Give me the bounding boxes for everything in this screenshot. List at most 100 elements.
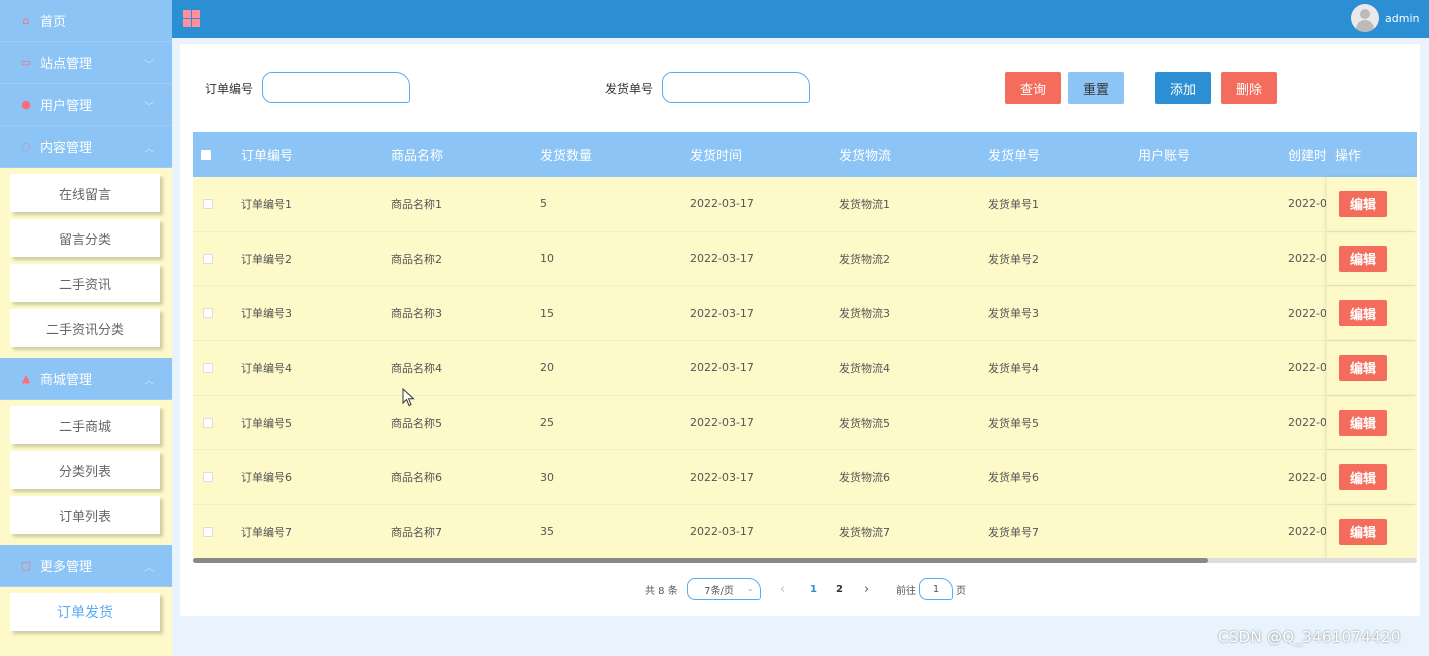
header-account[interactable]: 用户账号 (1138, 132, 1190, 177)
menu-home[interactable]: ⌂ 首页 (0, 0, 172, 42)
chevron-up-icon: ︿ (144, 144, 154, 155)
submenu-news-category[interactable]: 二手资讯分类 (10, 309, 160, 347)
prev-page-button[interactable]: ‹ (780, 578, 785, 600)
edit-button[interactable]: 编辑 (1339, 190, 1387, 217)
user-name[interactable]: admin (1385, 12, 1419, 25)
query-button[interactable]: 查询 (1005, 72, 1061, 104)
ship-no-label: 发货单号 (605, 82, 654, 96)
cell-created: 2022-03 (1288, 306, 1326, 320)
menu-more-mgmt[interactable]: ▢ 更多管理 ︿ (0, 545, 172, 587)
cell-order-no: 订单编号1 (241, 197, 292, 211)
horizontal-scrollbar[interactable] (193, 558, 1208, 563)
cell-qty: 10 (540, 252, 554, 266)
cell-ship-no: 发货单号2 (988, 252, 1039, 266)
delete-button[interactable]: 删除 (1221, 72, 1277, 104)
header-ship-time[interactable]: 发货时间 (690, 132, 742, 177)
header-product[interactable]: 商品名称 (391, 132, 443, 177)
cell-ship-time: 2022-03-17 (690, 470, 754, 484)
cell-product: 商品名称5 (391, 416, 442, 430)
more-icon: ▢ (20, 559, 32, 572)
table-row: 订单编号4 商品名称4 20 2022-03-17 发货物流4 发货单号4 2022-03 编… (193, 341, 1417, 396)
submenu-message-category[interactable]: 留言分类 (10, 219, 160, 257)
table-body: 订单编号1 商品名称1 5 2022-03-17 发货物流1 发货单号1 2022-03 编辑… (193, 177, 1417, 560)
order-no-label: 订单编号 (205, 82, 254, 96)
cell-order-no: 订单编号6 (241, 471, 292, 485)
header-ship-no[interactable]: 发货单号 (988, 132, 1040, 177)
row-checkbox[interactable] (203, 253, 213, 264)
row-checkbox[interactable] (203, 308, 213, 319)
submenu-order-list[interactable]: 订单列表 (10, 496, 160, 534)
table-row: 订单编号7 商品名称7 35 2022-03-17 发货物流7 发货单号7 2022-03 编… (193, 505, 1417, 560)
grid-menu-icon[interactable] (183, 10, 200, 27)
cell-logistics: 发货物流3 (839, 307, 890, 321)
order-no-input[interactable] (262, 72, 410, 103)
row-checkbox[interactable] (203, 362, 213, 373)
menu-home-label: 首页 (40, 15, 67, 30)
table-row: 订单编号5 商品名称5 25 2022-03-17 发货物流5 发货单号5 2022-03 编… (193, 396, 1417, 451)
chevron-up-icon: ︿ (144, 563, 154, 574)
submenu-order-shipping[interactable]: 订单发货 (10, 593, 160, 631)
row-checkbox[interactable] (203, 198, 213, 209)
cell-qty: 25 (540, 416, 554, 430)
row-checkbox[interactable] (203, 526, 213, 537)
menu-site-mgmt[interactable]: ▭ 站点管理 ﹀ (0, 42, 172, 84)
cell-ship-no: 发货单号5 (988, 416, 1039, 430)
avatar[interactable] (1351, 4, 1379, 32)
cell-product: 商品名称1 (391, 197, 442, 211)
page-size-select[interactable]: 7条/页 ⌄ (687, 578, 761, 600)
page-2-button[interactable]: 2 (836, 578, 843, 600)
cell-qty: 35 (540, 525, 554, 539)
chevron-down-icon: ﹀ (144, 102, 154, 113)
cell-order-no: 订单编号2 (241, 252, 292, 266)
cell-ship-time: 2022-03-17 (690, 197, 754, 211)
cell-created: 2022-03 (1288, 361, 1326, 375)
row-checkbox[interactable] (203, 417, 213, 428)
top-bar: admin (172, 0, 1429, 38)
cell-logistics: 发货物流4 (839, 361, 890, 375)
edit-button[interactable]: 编辑 (1339, 245, 1387, 272)
menu-user-mgmt[interactable]: ● 用户管理 ﹀ (0, 84, 172, 126)
header-created[interactable]: 创建时间 (1288, 132, 1326, 177)
header-order-no[interactable]: 订单编号 (241, 132, 293, 177)
home-icon: ⌂ (22, 14, 30, 27)
reset-button[interactable]: 重置 (1068, 72, 1124, 104)
edit-button[interactable]: 编辑 (1339, 300, 1387, 327)
cell-ship-time: 2022-03-17 (690, 525, 754, 539)
cell-qty: 30 (540, 470, 554, 484)
goto-label: 前往 (896, 585, 916, 597)
submenu-online-message[interactable]: 在线留言 (10, 174, 160, 212)
menu-shop-mgmt[interactable]: ▲ 商城管理 ︿ (0, 358, 172, 400)
edit-button[interactable]: 编辑 (1339, 464, 1387, 491)
cell-ship-time: 2022-03-17 (690, 416, 754, 430)
edit-button[interactable]: 编辑 (1339, 518, 1387, 545)
submenu-news[interactable]: 二手资讯 (10, 264, 160, 302)
cell-ship-no: 发货单号7 (988, 525, 1039, 539)
mouse-cursor-icon (402, 388, 415, 407)
cell-ship-time: 2022-03-17 (690, 306, 754, 320)
select-all-checkbox[interactable] (201, 149, 211, 160)
cell-ship-no: 发货单号4 (988, 361, 1039, 375)
search-bar: 订单编号 发货单号 查询 重置 添加 删除 (180, 72, 1420, 104)
submenu-category-list[interactable]: 分类列表 (10, 451, 160, 489)
page-1-button[interactable]: 1 (810, 578, 817, 600)
header-qty[interactable]: 发货数量 (540, 132, 592, 177)
goto-page-input[interactable]: 1 (919, 578, 953, 600)
menu-content-mgmt[interactable]: ◌ 内容管理 ︿ (0, 126, 172, 168)
chevron-down-icon: ⌄ (746, 584, 754, 594)
next-page-button[interactable]: › (864, 578, 869, 600)
shop-icon: ▲ (21, 372, 31, 385)
edit-button[interactable]: 编辑 (1339, 354, 1387, 381)
table-row: 订单编号1 商品名称1 5 2022-03-17 发货物流1 发货单号1 2022-03 编辑 (193, 177, 1417, 232)
ship-no-input[interactable] (662, 72, 810, 103)
cell-order-no: 订单编号4 (241, 361, 292, 375)
cell-qty: 20 (540, 361, 554, 375)
menu-more-mgmt-label: 更多管理 (40, 560, 93, 575)
main-content: 订单编号 发货单号 查询 重置 添加 删除 订单编号 商品名称 发货数量 发货时… (180, 44, 1420, 616)
cell-created: 2022-03 (1288, 416, 1326, 430)
edit-button[interactable]: 编辑 (1339, 409, 1387, 436)
submenu-second-hand-shop[interactable]: 二手商城 (10, 406, 160, 444)
header-logistics[interactable]: 发货物流 (839, 132, 891, 177)
row-checkbox[interactable] (203, 472, 213, 483)
add-button[interactable]: 添加 (1155, 72, 1211, 104)
cell-logistics: 发货物流6 (839, 471, 890, 485)
